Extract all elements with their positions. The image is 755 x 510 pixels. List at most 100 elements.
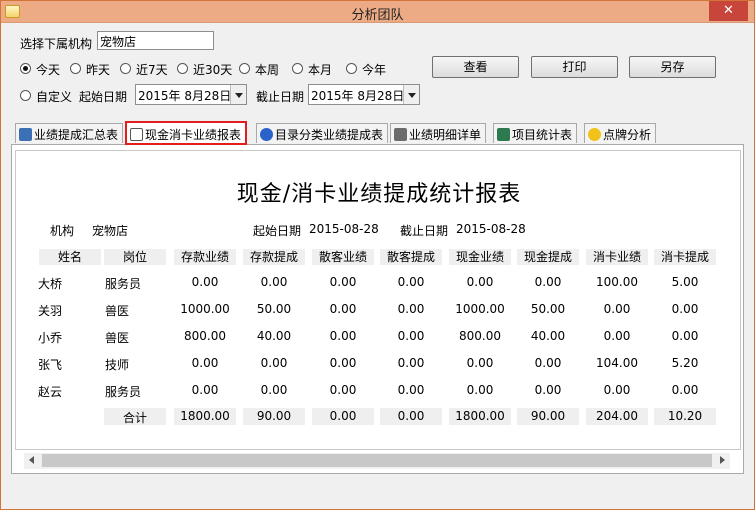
end-date-value: 2015年 8月28日 (311, 89, 405, 103)
column-header: 消卡业绩 (586, 249, 648, 265)
range-radio[interactable] (70, 63, 81, 74)
table-cell: 0.00 (260, 383, 288, 397)
table-cell: 0.00 (466, 356, 494, 370)
table-cell: 0.00 (329, 329, 357, 343)
start-date-picker[interactable]: 2015年 8月28日 (135, 84, 247, 105)
table-cell: 1000.00 (180, 302, 230, 316)
table-cell: 0.00 (329, 383, 357, 397)
table-cell: 大桥 (38, 277, 63, 291)
report-sheet: 现金/消卡业绩提成统计报表 机构 宠物店 起始日期 2015-08-28 截止日… (15, 150, 741, 450)
chevron-down-icon[interactable] (230, 85, 246, 104)
table-cell: 0.00 (397, 329, 425, 343)
chevron-down-icon[interactable] (403, 85, 419, 104)
start-date-value: 2015年 8月28日 (138, 89, 232, 103)
table-cell: 0.00 (260, 275, 288, 289)
report-org-value: 宠物店 (92, 224, 129, 238)
table-cell: 40.00 (256, 329, 292, 343)
scroll-left-icon[interactable] (29, 456, 34, 464)
table-cell: 服务员 (105, 385, 142, 399)
table-cell: 100.00 (596, 275, 638, 289)
report-start-value: 2015-08-28 (309, 222, 379, 236)
custom-label: 自定义 (36, 90, 73, 104)
total-cell: 90.00 (256, 409, 292, 423)
column-header: 现金提成 (517, 249, 579, 265)
range-label: 近30天 (193, 63, 233, 77)
table-cell: 0.00 (329, 275, 357, 289)
table-cell: 0.00 (329, 356, 357, 370)
org-input[interactable]: 宠物店 (97, 31, 214, 50)
tab-badge-analysis[interactable]: 点牌分析 (584, 123, 657, 143)
table-cell: 5.20 (671, 356, 699, 370)
range-radio[interactable] (292, 63, 303, 74)
tab-detail-list[interactable]: 业绩明细详单 (390, 123, 487, 143)
tab-item-stats[interactable]: 项目统计表 (493, 123, 578, 143)
column-header: 散客业绩 (312, 249, 374, 265)
query-button[interactable]: 查看 (432, 56, 519, 78)
tab-summary[interactable]: 业绩提成汇总表 (15, 123, 124, 143)
table-cell: 0.00 (534, 275, 562, 289)
scroll-right-icon[interactable] (720, 456, 725, 464)
table-cell: 0.00 (191, 383, 219, 397)
range-label: 昨天 (86, 63, 111, 77)
tab-category-report[interactable]: 目录分类业绩提成表 (256, 123, 389, 143)
print-button[interactable]: 打印 (531, 56, 618, 78)
range-radio[interactable] (177, 63, 188, 74)
table-cell: 0.00 (534, 383, 562, 397)
report-end-value: 2015-08-28 (456, 222, 526, 236)
report-title: 现金/消卡业绩提成统计报表 (236, 182, 522, 207)
range-radio[interactable] (346, 63, 357, 74)
range-radio[interactable] (20, 63, 31, 74)
sheet-icon (497, 128, 510, 141)
table-cell: 0.00 (191, 275, 219, 289)
horizontal-scrollbar[interactable] (24, 453, 730, 469)
table-cell: 0.00 (397, 302, 425, 316)
range-radio[interactable] (239, 63, 250, 74)
report-start-label: 起始日期 (253, 224, 302, 238)
table-cell: 赵云 (38, 385, 63, 399)
scroll-thumb[interactable] (42, 454, 712, 467)
table-cell: 小乔 (38, 331, 63, 345)
range-label: 近7天 (136, 63, 168, 77)
range-label: 本月 (308, 63, 333, 77)
report-icon (130, 128, 143, 141)
table-cell: 0.00 (534, 356, 562, 370)
end-date-picker[interactable]: 2015年 8月28日 (308, 84, 420, 105)
table-cell: 0.00 (603, 329, 631, 343)
table-cell: 关羽 (38, 304, 63, 318)
table-cell: 技师 (105, 358, 130, 372)
table-cell: 0.00 (603, 383, 631, 397)
table-cell: 0.00 (671, 329, 699, 343)
column-header: 岗位 (104, 249, 166, 265)
column-header: 散客提成 (380, 249, 442, 265)
table-cell: 40.00 (530, 329, 566, 343)
total-cell: 1800.00 (180, 409, 230, 423)
custom-radio[interactable] (20, 90, 31, 101)
table-cell: 兽医 (105, 331, 130, 345)
table-cell: 兽医 (105, 304, 130, 318)
total-label: 合计 (122, 411, 147, 425)
table-cell: 1000.00 (455, 302, 505, 316)
table-cell: 0.00 (397, 356, 425, 370)
column-header: 消卡提成 (654, 249, 716, 265)
range-radio[interactable] (120, 63, 131, 74)
table-cell: 0.00 (603, 302, 631, 316)
total-cell: 10.20 (667, 409, 703, 423)
save-as-button[interactable]: 另存 (629, 56, 716, 78)
total-cell: 0.00 (397, 409, 425, 423)
table-cell: 0.00 (671, 302, 699, 316)
table-cell: 服务员 (105, 277, 142, 291)
report-org-label: 机构 (50, 224, 75, 238)
range-label: 今天 (36, 63, 61, 77)
info-icon (260, 128, 273, 141)
table-cell: 0.00 (671, 383, 699, 397)
column-header: 存款业绩 (174, 249, 236, 265)
table-cell: 50.00 (256, 302, 292, 316)
close-button[interactable]: ✕ (709, 1, 748, 21)
smiley-icon (588, 128, 601, 141)
window-title: 分析团队 (351, 8, 404, 23)
table-cell: 0.00 (397, 383, 425, 397)
title-bar[interactable]: 分析团队 ✕ (1, 1, 754, 23)
range-label: 今年 (362, 63, 387, 77)
column-header: 存款提成 (243, 249, 305, 265)
tab-cash-card-report[interactable]: 现金消卡业绩报表 (125, 121, 248, 145)
